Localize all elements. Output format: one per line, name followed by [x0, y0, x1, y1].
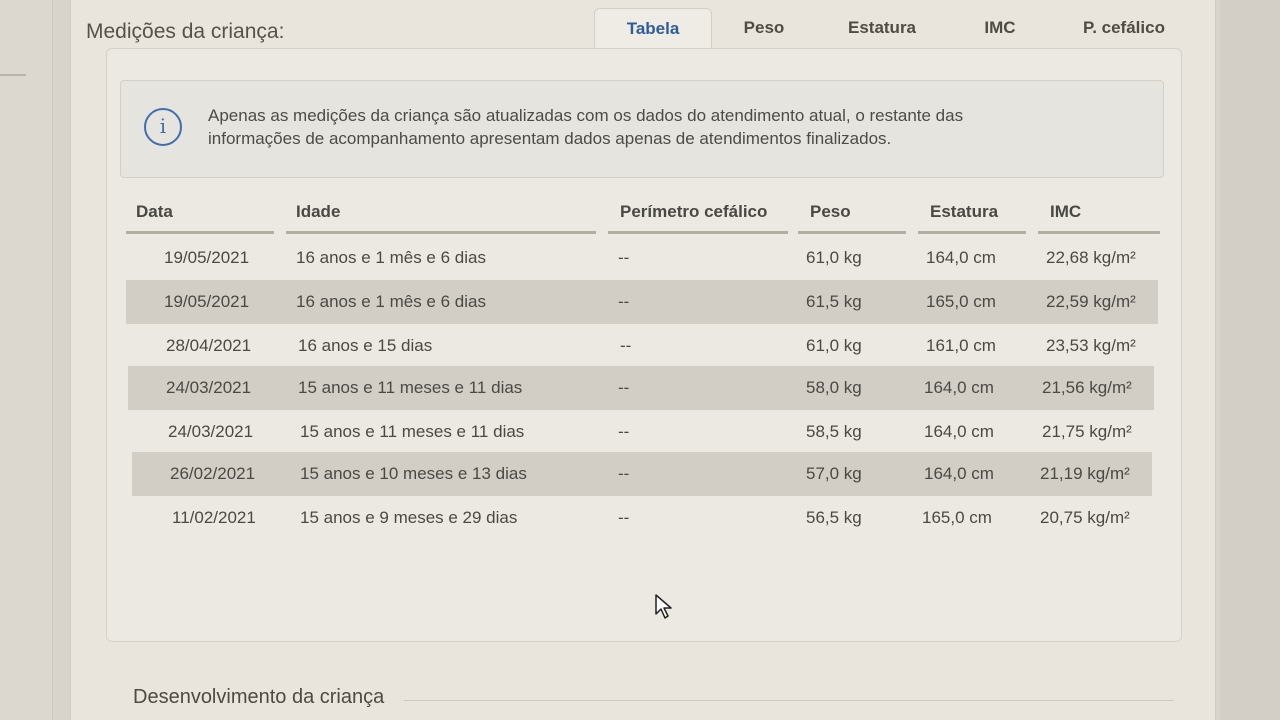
cell-data: 24/03/2021	[166, 378, 252, 397]
cell-perimetro-cefalico: --	[620, 336, 632, 355]
cell-imc: 20,75 kg/m²	[1040, 508, 1130, 527]
cell-data: 28/04/2021	[166, 336, 252, 355]
cell-estatura: 164,0 cm	[926, 248, 996, 267]
info-message: Apenas as medições da criança são atuali…	[208, 104, 1108, 150]
section-divider	[404, 700, 1174, 701]
development-section-title: Desenvolvimento da criança	[133, 686, 385, 708]
column-header-data[interactable]: Data	[126, 200, 274, 234]
cell-imc: 21,19 kg/m²	[1040, 464, 1130, 483]
cell-data: 26/02/2021	[170, 464, 256, 483]
tab-tabela[interactable]: Tabela	[594, 8, 712, 49]
info-icon: i	[144, 108, 182, 146]
cell-estatura: 164,0 cm	[924, 378, 994, 397]
cell-idade: 15 anos e 11 meses e 11 dias	[298, 378, 523, 397]
sidebar-divider	[0, 74, 26, 76]
table-row[interactable]: 19/05/2021 16 anos e 1 mês e 6 dias -- 6…	[126, 236, 1160, 280]
column-header-idade[interactable]: Idade	[286, 200, 596, 234]
cell-idade: 15 anos e 10 meses e 13 dias	[300, 464, 527, 483]
table-row[interactable]: 24/03/2021 15 anos e 11 meses e 11 dias …	[130, 410, 1154, 454]
cell-peso: 58,5 kg	[806, 422, 862, 441]
right-background	[1220, 0, 1280, 720]
tab-imc[interactable]: IMC	[964, 8, 1036, 48]
cell-perimetro-cefalico: --	[618, 422, 630, 441]
cell-idade: 16 anos e 1 mês e 6 dias	[296, 248, 486, 267]
cell-idade: 16 anos e 1 mês e 6 dias	[296, 292, 486, 311]
cell-perimetro-cefalico: --	[618, 248, 630, 267]
column-header-imc[interactable]: IMC	[1038, 200, 1160, 234]
cell-imc: 22,59 kg/m²	[1046, 292, 1136, 311]
table-row[interactable]: 19/05/2021 16 anos e 1 mês e 6 dias -- 6…	[126, 280, 1158, 324]
section-title: Medições da criança:	[86, 20, 285, 43]
cell-perimetro-cefalico: --	[618, 508, 630, 527]
column-header-estatura[interactable]: Estatura	[918, 200, 1026, 234]
cell-data: 19/05/2021	[164, 248, 250, 267]
cell-estatura: 164,0 cm	[924, 464, 994, 483]
cell-peso: 56,5 kg	[806, 508, 862, 527]
cell-estatura: 165,0 cm	[922, 508, 992, 527]
info-message-line-1: Apenas as medições da criança são atuali…	[208, 106, 964, 125]
cell-perimetro-cefalico: --	[618, 464, 630, 483]
cell-estatura: 161,0 cm	[926, 336, 996, 355]
tab-peso[interactable]: Peso	[724, 8, 804, 48]
cell-perimetro-cefalico: --	[618, 292, 630, 311]
column-header-peso[interactable]: Peso	[798, 200, 906, 234]
tab-perimetro-cefalico[interactable]: P. cefálico	[1072, 8, 1176, 48]
cell-estatura: 165,0 cm	[926, 292, 996, 311]
column-header-perimetro-cefalico[interactable]: Perímetro cefálico	[608, 200, 788, 234]
table-row[interactable]: 26/02/2021 15 anos e 10 meses e 13 dias …	[132, 452, 1152, 496]
cell-data: 19/05/2021	[164, 292, 250, 311]
info-message-line-2: informações de acompanhamento apresentam…	[208, 129, 892, 148]
cell-perimetro-cefalico: --	[618, 378, 630, 397]
left-sidebar	[0, 0, 53, 720]
cell-peso: 57,0 kg	[806, 464, 862, 483]
cell-peso: 58,0 kg	[806, 378, 862, 397]
mouse-pointer-icon	[655, 594, 672, 619]
cell-peso: 61,0 kg	[806, 248, 862, 267]
cell-data: 24/03/2021	[168, 422, 254, 441]
cell-idade: 15 anos e 9 meses e 29 dias	[300, 508, 518, 527]
cell-data: 11/02/2021	[172, 508, 256, 527]
cell-imc: 21,56 kg/m²	[1042, 378, 1132, 397]
cell-idade: 15 anos e 11 meses e 11 dias	[300, 422, 525, 441]
table-row[interactable]: 11/02/2021 15 anos e 9 meses e 29 dias -…	[134, 496, 1150, 540]
table-row[interactable]: 24/03/2021 15 anos e 11 meses e 11 dias …	[128, 366, 1154, 410]
tab-estatura[interactable]: Estatura	[830, 8, 934, 48]
cell-estatura: 164,0 cm	[924, 422, 994, 441]
cell-imc: 21,75 kg/m²	[1042, 422, 1132, 441]
cell-imc: 23,53 kg/m²	[1046, 336, 1136, 355]
table-row[interactable]: 28/04/2021 16 anos e 15 dias -- 61,0 kg …	[128, 324, 1156, 368]
cell-peso: 61,0 kg	[806, 336, 862, 355]
cell-idade: 16 anos e 15 dias	[298, 336, 433, 355]
cell-peso: 61,5 kg	[806, 292, 862, 311]
cell-imc: 22,68 kg/m²	[1046, 248, 1136, 267]
